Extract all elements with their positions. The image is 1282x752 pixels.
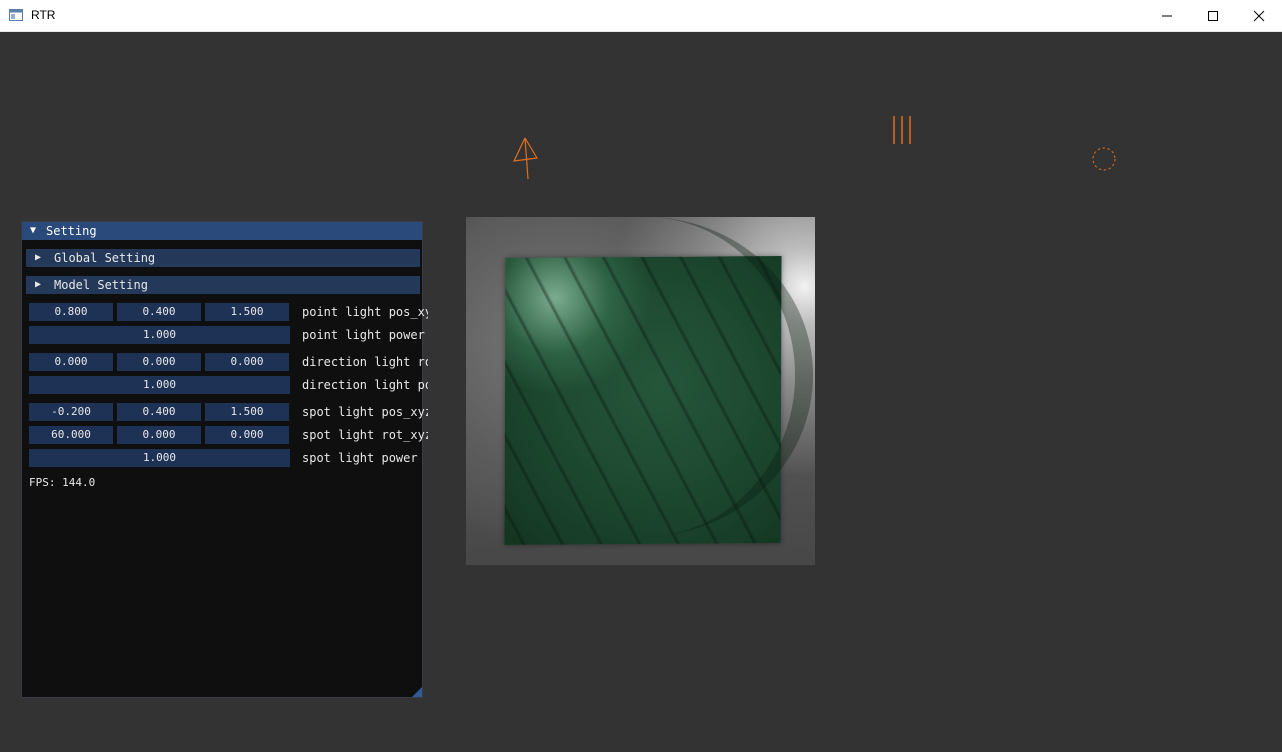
spot-light-pos-z-field[interactable]: 1.500 xyxy=(205,403,289,421)
close-button[interactable] xyxy=(1236,0,1282,31)
spot-light-power-label: spot light power xyxy=(302,451,418,465)
global-setting-header[interactable]: ▶ Global Setting xyxy=(26,249,420,267)
direction-light-rot-z-field[interactable]: 0.000 xyxy=(205,353,289,371)
setting-panel-header[interactable]: ▼ Setting xyxy=(22,222,422,240)
close-icon xyxy=(1253,10,1265,21)
maximize-button[interactable] xyxy=(1190,0,1236,31)
point-light-power-field[interactable]: 1.000 xyxy=(29,326,290,344)
setting-panel[interactable]: ▼ Setting ▶ Global Setting ▶ Model Setti… xyxy=(21,221,428,698)
direction-light-rot-x-field[interactable]: 0.000 xyxy=(29,353,113,371)
minimize-icon xyxy=(1162,15,1172,16)
spot-light-pos-x-field[interactable]: -0.200 xyxy=(29,403,113,421)
spot-light-gizmo[interactable] xyxy=(508,134,544,182)
global-setting-label: Global Setting xyxy=(54,251,156,265)
spot-light-pos-y-field[interactable]: 0.400 xyxy=(117,403,201,421)
point-light-pos-y-field[interactable]: 0.400 xyxy=(117,303,201,321)
cloth-model xyxy=(474,217,814,545)
spot-light-rot-row: 60.000 0.000 0.000 spot light rot_xyz xyxy=(29,426,428,444)
direction-light-power-row: 1.000 direction light power xyxy=(29,376,428,394)
spot-light-rot-label: spot light rot_xyz xyxy=(302,428,428,442)
point-light-pos-row: 0.800 0.400 1.500 point light pos_xyz xyxy=(29,303,428,321)
panel-resize-grip[interactable] xyxy=(412,687,422,697)
render-viewport[interactable] xyxy=(466,217,815,565)
triangle-right-icon: ▶ xyxy=(35,252,42,263)
direction-light-rot-row: 0.000 0.000 0.000 direction light rot_xy… xyxy=(29,353,428,371)
title-bar[interactable]: RTR xyxy=(0,0,1282,32)
direction-light-gizmo[interactable] xyxy=(890,114,916,146)
spot-light-rot-z-field[interactable]: 0.000 xyxy=(205,426,289,444)
spot-light-pos-label: spot light pos_xyz xyxy=(302,405,428,419)
direction-light-rot-y-field[interactable]: 0.000 xyxy=(117,353,201,371)
minimize-button[interactable] xyxy=(1144,0,1190,31)
direction-light-rot-label: direction light rot_xyz xyxy=(302,355,428,369)
point-light-pos-z-field[interactable]: 1.500 xyxy=(205,303,289,321)
point-light-power-label: point light power xyxy=(302,328,425,342)
maximize-icon xyxy=(1208,10,1218,21)
spot-light-power-row: 1.000 spot light power xyxy=(29,449,418,467)
point-light-power-row: 1.000 point light power xyxy=(29,326,425,344)
direction-light-power-field[interactable]: 1.000 xyxy=(29,376,290,394)
spot-light-pos-row: -0.200 0.400 1.500 spot light pos_xyz xyxy=(29,403,428,421)
point-light-pos-x-field[interactable]: 0.800 xyxy=(29,303,113,321)
spot-light-rot-y-field[interactable]: 0.000 xyxy=(117,426,201,444)
point-light-gizmo[interactable] xyxy=(1090,145,1120,175)
model-setting-label: Model Setting xyxy=(54,278,148,292)
direction-light-power-label: direction light power xyxy=(302,378,428,392)
app-icon xyxy=(9,9,23,21)
model-setting-header[interactable]: ▶ Model Setting xyxy=(26,276,420,294)
triangle-right-icon: ▶ xyxy=(35,279,42,290)
point-light-pos-label: point light pos_xyz xyxy=(302,305,428,319)
triangle-down-icon: ▼ xyxy=(30,225,37,236)
spot-light-power-field[interactable]: 1.000 xyxy=(29,449,290,467)
fps-counter: FPS: 144.0 xyxy=(29,476,96,489)
spot-light-rot-x-field[interactable]: 60.000 xyxy=(29,426,113,444)
setting-panel-title: Setting xyxy=(46,224,97,238)
window-title: RTR xyxy=(31,8,56,22)
